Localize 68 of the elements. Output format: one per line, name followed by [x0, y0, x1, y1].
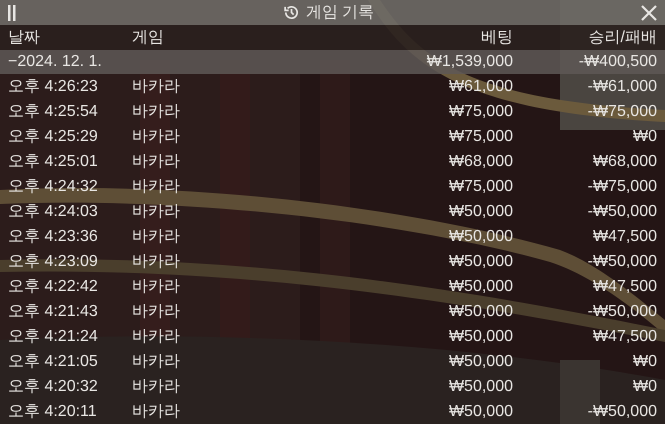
table-cell: 오후 4:21:24 [8, 328, 98, 344]
table-cell: 오후 4:24:03 [8, 202, 98, 220]
table-cell: ₩68,000 [592, 152, 657, 170]
table-cell: ₩1,539,000 [426, 53, 513, 70]
close-icon[interactable] [641, 4, 657, 20]
history-icon [282, 4, 300, 21]
table-cell: 오후 4:25:54 [8, 102, 98, 120]
table-cell: ₩50,000 [448, 202, 513, 220]
column-header: 승리/패배 [588, 28, 657, 46]
table-cell: 바카라 [132, 328, 180, 344]
table-cell: 바카라 [132, 278, 180, 294]
table-cell: ₩68,000 [448, 152, 513, 170]
table-cell: ₩47,500 [592, 228, 657, 244]
table-cell: ₩50,000 [448, 252, 513, 270]
table-cell: 오후 4:23:09 [8, 252, 98, 270]
table-cell: ₩50,000 [448, 352, 513, 370]
window-title: 게임 기록 [306, 2, 374, 22]
table-cell: ₩75,000 [448, 102, 513, 120]
table-cell: 오후 4:25:29 [8, 128, 98, 144]
table-cell: ₩61,000 [448, 78, 513, 94]
table-cell: 바카라 [132, 228, 180, 244]
table-cell: -₩75,000 [588, 102, 657, 120]
column-header: 날짜 [8, 28, 40, 46]
column-header: 게임 [132, 28, 164, 46]
table-cell: ₩47,500 [592, 328, 657, 344]
date-label: −2024. 12. 1. [8, 53, 102, 70]
table-cell: ₩75,000 [448, 178, 513, 194]
table-cell: 오후 4:21:05 [8, 352, 98, 370]
column-header: 베팅 [481, 28, 513, 46]
table-cell: 오후 4:26:23 [8, 78, 98, 94]
table-cell: -₩61,000 [588, 78, 657, 94]
table-cell: -₩50,000 [588, 202, 657, 220]
table-cell: 바카라 [132, 102, 180, 120]
table-cell: 바카라 [132, 78, 180, 94]
date-group-row[interactable]: −2024. 12. 1. ₩1,539,000 -₩400,500 [0, 50, 665, 74]
table-cell: -₩50,000 [588, 402, 657, 420]
table-cell: ₩0 [633, 352, 657, 370]
table-cell: 바카라 [132, 352, 180, 370]
table-cell: 오후 4:25:01 [8, 152, 98, 170]
table-cell: 바카라 [132, 378, 180, 394]
table-cell: ₩75,000 [448, 128, 513, 144]
table-cell: 바카라 [132, 178, 180, 194]
table-cell: 바카라 [132, 128, 180, 144]
table-cell: 오후 4:21:43 [8, 302, 98, 320]
table-cell: -₩75,000 [588, 178, 657, 194]
table-cell: 오후 4:23:36 [8, 228, 98, 244]
table-cell: -₩400,500 [578, 53, 657, 70]
table-cell: 바카라 [132, 252, 180, 270]
table-cell: 바카라 [132, 202, 180, 220]
table-cell: ₩50,000 [448, 278, 513, 294]
table-cell: 바카라 [132, 402, 180, 420]
table-cell: ₩50,000 [448, 402, 513, 420]
drag-handle-icon[interactable] [8, 4, 16, 20]
table-cell: 바카라 [132, 302, 180, 320]
table-cell: ₩50,000 [448, 302, 513, 320]
table-cell: 바카라 [132, 152, 180, 170]
table-cell: ₩0 [633, 128, 657, 144]
table-cell: 오후 4:24:32 [8, 178, 98, 194]
table-cell: -₩50,000 [588, 252, 657, 270]
table-cell: 오후 4:20:32 [8, 378, 98, 394]
table-cell: ₩0 [633, 378, 657, 394]
table-cell: ₩50,000 [448, 378, 513, 394]
table-cell: ₩47,500 [592, 278, 657, 294]
table-cell: 오후 4:22:42 [8, 278, 98, 294]
table-cell: 오후 4:20:11 [8, 402, 97, 420]
table-cell: ₩50,000 [448, 228, 513, 244]
table-cell: ₩50,000 [448, 328, 513, 344]
table-cell: -₩50,000 [588, 302, 657, 320]
